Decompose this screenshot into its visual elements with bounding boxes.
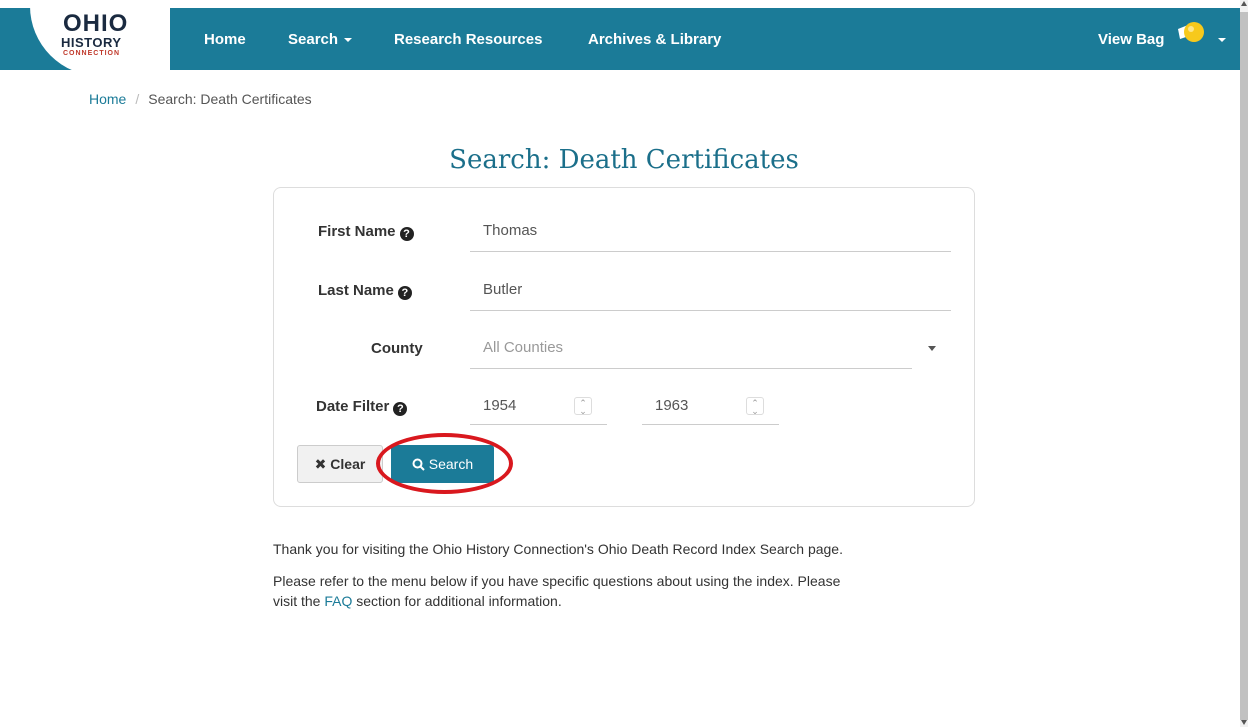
last-name-input[interactable]: Butler: [470, 281, 951, 311]
navbar: OHIO HISTORY CONNECTION Home Search Rese…: [0, 2, 1240, 76]
logo-line2: HISTORY: [61, 35, 122, 50]
nav-home[interactable]: Home: [204, 8, 246, 70]
date-from-stepper-icon[interactable]: ⌃ ⌄: [574, 397, 592, 416]
breadcrumb: Home / Search: Death Certificates: [89, 91, 312, 107]
first-name-input[interactable]: Thomas: [470, 222, 951, 252]
county-dropdown-caret-icon[interactable]: [928, 346, 936, 351]
breadcrumb-separator: /: [135, 91, 140, 107]
scrollbar-thumb[interactable]: [1240, 12, 1248, 720]
question-circle-icon[interactable]: ?: [393, 402, 408, 416]
nav-search-label: Search: [288, 31, 339, 48]
faq-link[interactable]: FAQ: [324, 593, 352, 609]
last-name-label: Last Name?: [318, 282, 412, 300]
breadcrumb-home[interactable]: Home: [89, 91, 126, 107]
intro-paragraph: Thank you for visiting the Ohio History …: [273, 541, 843, 557]
date-from-value: 1954: [483, 397, 517, 414]
county-select[interactable]: All Counties: [470, 339, 912, 369]
breadcrumb-current: Search: Death Certificates: [148, 91, 312, 107]
scroll-up-arrow-icon[interactable]: [1241, 1, 1247, 6]
date-filter-label: Date Filter?: [316, 398, 408, 416]
county-value: All Counties: [483, 339, 564, 356]
clear-button[interactable]: ✖ Clear: [297, 445, 383, 483]
date-to-stepper-icon[interactable]: ⌃ ⌄: [746, 397, 764, 416]
question-circle-icon[interactable]: ?: [397, 286, 412, 300]
clear-button-label: Clear: [330, 456, 366, 472]
page-title: Search: Death Certificates: [449, 145, 799, 175]
help-paragraph: Please refer to the menu below if you ha…: [273, 571, 993, 611]
last-name-value: Butler: [483, 281, 523, 298]
scroll-down-arrow-icon[interactable]: [1241, 720, 1247, 725]
last-name-label-text: Last Name: [318, 282, 394, 299]
site-logo[interactable]: OHIO HISTORY CONNECTION: [30, 2, 170, 76]
question-circle-icon[interactable]: ?: [399, 227, 414, 241]
logo-line1: OHIO: [63, 10, 129, 37]
help-paragraph-line1: Please refer to the menu below if you ha…: [273, 573, 841, 589]
bag-caret-icon[interactable]: [1218, 38, 1226, 42]
bag-icon[interactable]: [1174, 17, 1208, 47]
date-filter-label-text: Date Filter: [316, 398, 390, 415]
first-name-value: Thomas: [483, 222, 538, 239]
county-label: County: [371, 340, 423, 357]
date-to-value: 1963: [655, 397, 689, 414]
top-strip: [0, 0, 1240, 8]
logo-line3: CONNECTION: [63, 50, 121, 57]
first-name-label: First Name?: [318, 223, 414, 241]
help-paragraph-end: section for additional information.: [356, 593, 562, 609]
highlight-ring: [376, 433, 513, 494]
chevron-down-icon: [344, 38, 353, 43]
first-name-label-text: First Name: [318, 223, 396, 240]
view-bag-link[interactable]: View Bag: [1098, 8, 1164, 70]
nav-archives-library[interactable]: Archives & Library: [588, 8, 721, 70]
close-icon: ✖: [314, 456, 327, 472]
help-paragraph-visit: visit the: [273, 593, 321, 609]
nav-search[interactable]: Search: [288, 8, 353, 70]
nav-research-resources[interactable]: Research Resources: [394, 8, 542, 70]
